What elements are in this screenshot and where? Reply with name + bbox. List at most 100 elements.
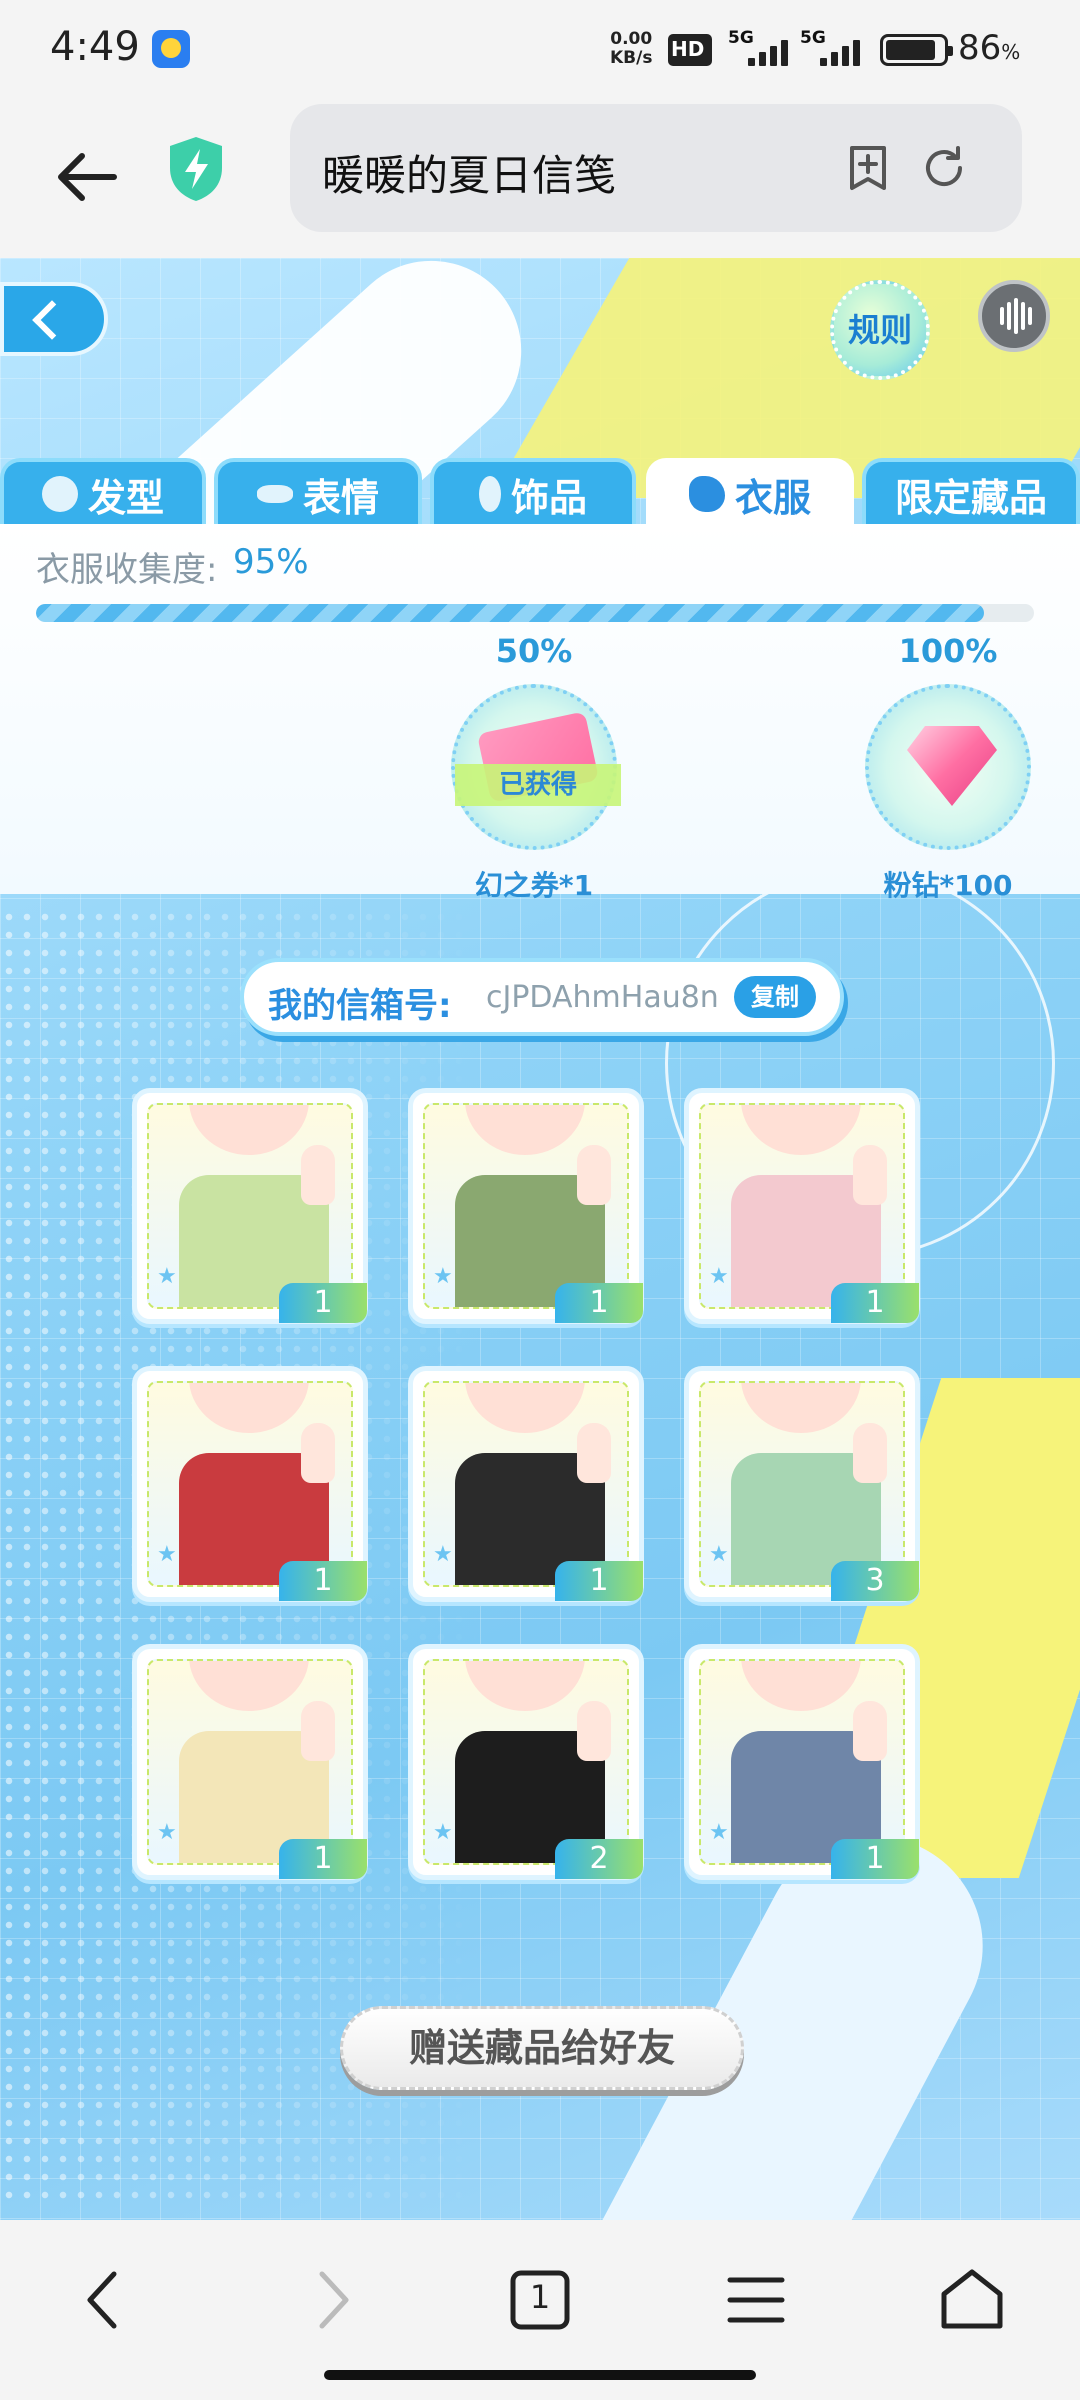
clothes-item-2[interactable]: ★ 1 [408,1088,644,1324]
milestone-100-reward[interactable] [865,684,1031,850]
nav-back-icon[interactable] [66,2260,146,2340]
peace-sign-hand [577,1423,611,1483]
collection-label: 衣服收集度: [36,550,218,590]
star-icon: ★ [709,1542,729,1567]
clothes-item-4[interactable]: ★ 1 [132,1366,368,1602]
sound-toggle-icon[interactable] [978,280,1050,352]
star-icon: ★ [433,1820,453,1845]
battery-icon [880,34,953,66]
game-view: 规则 发型 表情 饰品 衣服 限定藏品 衣服收集度: 95% 50% 已获得 幻… [0,258,1080,2220]
status-bar: 4:49 0.00 KB/s HD 5G 5G 86% [0,0,1080,100]
back-arrow-icon[interactable] [52,142,122,212]
character-face [465,1383,585,1433]
status-time: 4:49 [50,24,140,70]
peace-sign-hand [301,1423,335,1483]
pink-diamond-icon [907,726,997,806]
signal-icon-2: 5G [800,28,870,68]
tabs-button[interactable]: 1 [500,2260,580,2340]
mailbox-label: 我的信箱号: [268,986,452,1026]
battery-percent: 86% [958,28,1021,68]
hair-icon [41,476,78,512]
character-face [189,1105,309,1155]
tab-accessory[interactable]: 饰品 [430,458,636,526]
clothes-icon [688,476,725,512]
tab-limited[interactable]: 限定藏品 [862,458,1080,526]
copy-button[interactable]: 复制 [734,976,816,1018]
home-icon[interactable] [932,2260,1012,2340]
item-count: 1 [831,1283,919,1323]
network-speed: 0.00 KB/s [610,29,653,68]
item-count: 1 [279,1561,367,1601]
address-bar[interactable]: 暖暖的夏日信笺 [290,104,1022,232]
clothes-item-1[interactable]: ★ 1 [132,1088,368,1324]
nav-forward-icon[interactable] [290,2260,370,2340]
item-count: 1 [831,1839,919,1879]
star-icon: ★ [433,1542,453,1567]
clothes-item-8[interactable]: ★ 2 [408,1644,644,1880]
page-title: 暖暖的夏日信笺 [322,151,617,200]
character-face [741,1383,861,1433]
star-icon: ★ [157,1820,177,1845]
rules-button[interactable]: 规则 [830,280,930,380]
accessory-icon [478,476,501,512]
clothes-item-6[interactable]: ★ 3 [684,1366,920,1602]
mailbox-code: cJPDAhmHau8n [486,980,719,1015]
item-count: 1 [555,1283,643,1323]
tab-clothes[interactable]: 衣服 [646,458,854,526]
item-count: 1 [279,1839,367,1879]
item-count: 3 [831,1561,919,1601]
hd-badge: HD [668,34,712,66]
clothes-item-3[interactable]: ★ 1 [684,1088,920,1324]
menu-icon[interactable] [716,2260,796,2340]
character-face [741,1661,861,1711]
collection-panel: 衣服收集度: 95% 50% 已获得 幻之券*1 100% 粉钻*100 [0,524,1080,902]
peace-sign-hand [853,1145,887,1205]
browser-toolbar: 暖暖的夏日信笺 [0,100,1080,258]
clothes-item-9[interactable]: ★ 1 [684,1644,920,1880]
star-icon: ★ [709,1820,729,1845]
peace-sign-hand [301,1145,335,1205]
character-face [741,1105,861,1155]
milestone-50-reward[interactable]: 已获得 [451,684,621,850]
tab-hair[interactable]: 发型 [0,458,206,526]
item-count: 2 [555,1839,643,1879]
gift-to-friend-button[interactable]: 赠送藏品给好友 [340,2006,744,2090]
character-face [465,1105,585,1155]
star-icon: ★ [433,1264,453,1289]
mailbox-id-bar: 我的信箱号: cJPDAhmHau8n 复制 [240,958,844,1036]
mask-icon [256,485,293,503]
browser-bottom-nav: 1 [0,2220,1080,2400]
category-tabs: 发型 表情 饰品 衣服 限定藏品 [0,458,1080,526]
character-face [465,1661,585,1711]
item-count: 1 [555,1561,643,1601]
tab-count: 1 [529,2278,551,2316]
clothes-item-5[interactable]: ★ 1 [408,1366,644,1602]
item-count: 1 [279,1283,367,1323]
collection-progress-bar [36,604,1034,622]
star-icon: ★ [157,1542,177,1567]
tab-expression[interactable]: 表情 [214,458,422,526]
milestone-50-label: 幻之券*1 [474,869,594,902]
character-face [189,1383,309,1433]
milestone-50-percent: 50% [495,632,573,670]
milestone-100-percent: 100% [898,632,998,670]
notification-app-icon [152,30,190,68]
peace-sign-hand [853,1701,887,1761]
reload-icon[interactable] [918,142,970,194]
character-face [189,1661,309,1711]
peace-sign-hand [577,1701,611,1761]
milestone-100-label: 粉钻*100 [883,869,1013,902]
peace-sign-hand [853,1423,887,1483]
peace-sign-hand [577,1145,611,1205]
add-bookmark-icon[interactable] [842,142,894,194]
clothes-item-7[interactable]: ★ 1 [132,1644,368,1880]
game-back-button[interactable] [0,282,108,356]
star-icon: ★ [709,1264,729,1289]
collection-percent: 95% [233,542,309,582]
security-shield-icon[interactable] [165,134,227,204]
obtained-badge: 已获得 [455,764,621,806]
signal-icon-1: 5G [728,28,798,68]
star-icon: ★ [157,1264,177,1289]
gesture-home-bar[interactable] [324,2370,756,2380]
peace-sign-hand [301,1701,335,1761]
